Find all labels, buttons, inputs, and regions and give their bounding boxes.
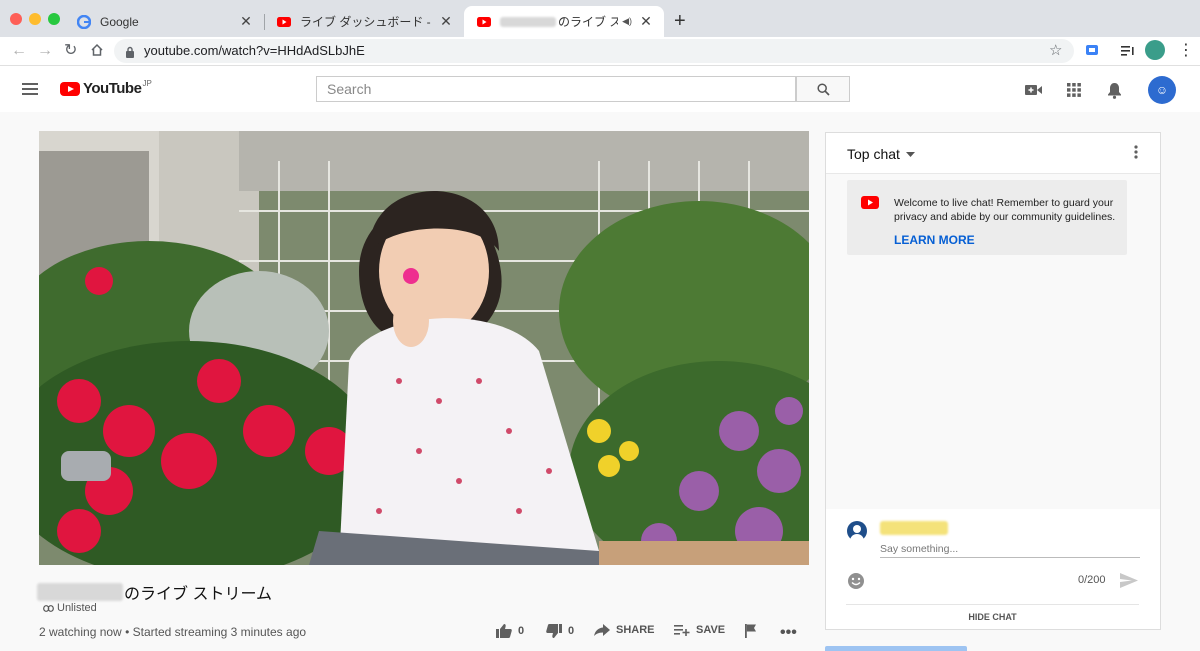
video-title: のライブ ストリーム bbox=[37, 580, 272, 604]
add-to-playlist-icon bbox=[674, 625, 690, 636]
search-input[interactable]: Search bbox=[316, 76, 796, 102]
share-arrow-icon bbox=[594, 624, 610, 636]
dislike-button[interactable]: 0 bbox=[546, 624, 574, 638]
chat-message-input[interactable]: Say something... bbox=[880, 543, 1140, 558]
tab-google[interactable]: Google ✕ bbox=[64, 6, 264, 37]
watching-count: 2 watching now bbox=[39, 625, 122, 639]
unlisted-badge: Unlisted bbox=[43, 602, 97, 614]
video-frame bbox=[39, 131, 809, 565]
tab-title: ライブ ダッシュボード - YouTube bbox=[300, 15, 432, 29]
redacted-channel-name bbox=[37, 583, 123, 601]
logo-text: YouTube bbox=[83, 80, 142, 97]
forward-arrow-icon[interactable]: → bbox=[37, 42, 53, 60]
welcome-message: Welcome to live chat! Remember to guard … bbox=[847, 180, 1127, 255]
hide-chat-button[interactable]: HIDE CHAT bbox=[846, 604, 1139, 622]
close-tab-icon[interactable]: ✕ bbox=[238, 13, 254, 30]
save-button[interactable]: SAVE bbox=[674, 624, 725, 636]
user-avatar bbox=[847, 521, 867, 541]
account-avatar[interactable]: ☺ bbox=[1148, 76, 1176, 104]
more-actions-icon[interactable]: ••• bbox=[780, 624, 797, 642]
live-chat-panel: Top chat Welcome to live chat! Remember … bbox=[825, 132, 1161, 630]
youtube-header: YouTube JP Search ☺ bbox=[0, 66, 1200, 112]
tab-live-stream[interactable]: のライブ ストリ ◀) ✕ bbox=[464, 6, 664, 37]
stream-started: Started streaming 3 minutes ago bbox=[132, 625, 307, 639]
link-icon bbox=[43, 604, 54, 612]
create-video-icon[interactable] bbox=[1024, 80, 1044, 100]
thumbs-down-icon bbox=[546, 624, 562, 638]
thumbs-up-icon bbox=[496, 624, 512, 638]
video-player[interactable] bbox=[39, 131, 809, 565]
character-counter: 0/200 bbox=[1078, 574, 1106, 586]
learn-more-link[interactable]: LEARN MORE bbox=[894, 233, 975, 247]
youtube-play-icon bbox=[60, 81, 80, 96]
apps-grid-icon[interactable] bbox=[1064, 80, 1084, 100]
logo-region: JP bbox=[142, 79, 152, 88]
search-icon bbox=[816, 82, 830, 96]
notifications-bell-icon[interactable] bbox=[1104, 80, 1124, 100]
save-label: SAVE bbox=[696, 624, 726, 636]
like-button[interactable]: 0 bbox=[496, 624, 524, 638]
hamburger-menu-icon[interactable] bbox=[22, 83, 38, 95]
flag-icon bbox=[745, 624, 756, 638]
youtube-icon bbox=[276, 14, 292, 30]
chat-mode-dropdown[interactable]: Top chat bbox=[847, 146, 915, 162]
chat-input-area: Say something... 0/200 HIDE CHAT bbox=[826, 509, 1160, 629]
browser-menu-icon[interactable]: ⋮ bbox=[1178, 42, 1194, 60]
bookmark-star-icon[interactable]: ☆ bbox=[1049, 41, 1062, 59]
share-label: SHARE bbox=[616, 624, 655, 636]
google-icon bbox=[76, 14, 92, 30]
back-arrow-icon[interactable]: ← bbox=[11, 42, 27, 60]
meta-separator: • bbox=[125, 625, 133, 639]
visibility-label: Unlisted bbox=[57, 602, 97, 614]
welcome-text: Welcome to live chat! Remember to guard … bbox=[894, 197, 1116, 223]
chat-mode-label: Top chat bbox=[847, 146, 900, 162]
search-button[interactable] bbox=[796, 76, 850, 102]
send-icon[interactable] bbox=[1120, 573, 1138, 588]
dislike-count: 0 bbox=[568, 625, 575, 637]
url-text: youtube.com/watch?v=HHdAdSLbJhE bbox=[144, 43, 365, 58]
browser-tabstrip: Google ✕ ライブ ダッシュボード - YouTube ✕ のライブ スト… bbox=[0, 0, 1200, 37]
redacted-username bbox=[880, 521, 948, 535]
youtube-logo[interactable]: YouTube JP bbox=[60, 79, 152, 97]
youtube-icon bbox=[476, 14, 492, 30]
redacted-channel-name bbox=[500, 16, 556, 27]
chat-header: Top chat bbox=[826, 133, 1160, 174]
chat-messages[interactable]: Welcome to live chat! Remember to guard … bbox=[826, 174, 1160, 509]
close-tab-icon[interactable]: ✕ bbox=[638, 13, 654, 30]
home-icon[interactable] bbox=[90, 43, 104, 62]
video-title-text: のライブ ストリーム bbox=[124, 586, 272, 603]
close-window-button[interactable] bbox=[10, 13, 22, 25]
audio-playing-icon[interactable]: ◀) bbox=[622, 16, 632, 27]
youtube-icon bbox=[861, 196, 879, 209]
share-button[interactable]: SHARE bbox=[594, 624, 655, 636]
new-tab-button[interactable]: + bbox=[674, 10, 686, 33]
reload-icon[interactable]: ↻ bbox=[64, 42, 77, 60]
tab-title: のライブ ストリ bbox=[558, 15, 619, 29]
video-meta: 2 watching now • Started streaming 3 min… bbox=[39, 625, 306, 639]
minimize-window-button[interactable] bbox=[29, 13, 41, 25]
chat-more-options-icon[interactable] bbox=[1134, 145, 1138, 159]
partial-panel-edge bbox=[825, 646, 967, 651]
address-bar[interactable]: youtube.com/watch?v=HHdAdSLbJhE ☆ bbox=[114, 39, 1074, 63]
lock-icon bbox=[125, 45, 135, 63]
like-count: 0 bbox=[518, 625, 525, 637]
tab-live-dashboard[interactable]: ライブ ダッシュボード - YouTube ✕ bbox=[264, 6, 464, 37]
close-tab-icon[interactable]: ✕ bbox=[438, 13, 454, 30]
dropdown-arrow-icon bbox=[905, 151, 915, 157]
profile-avatar[interactable] bbox=[1145, 40, 1165, 60]
browser-toolbar: ← → ↻ youtube.com/watch?v=HHdAdSLbJhE ☆ … bbox=[0, 37, 1200, 66]
media-queue-icon[interactable] bbox=[1121, 44, 1135, 62]
emoji-icon[interactable] bbox=[847, 572, 865, 590]
maximize-window-button[interactable] bbox=[48, 13, 60, 25]
tab-title: Google bbox=[100, 14, 139, 29]
report-button[interactable] bbox=[745, 624, 763, 638]
extension-icon[interactable] bbox=[1085, 43, 1099, 62]
